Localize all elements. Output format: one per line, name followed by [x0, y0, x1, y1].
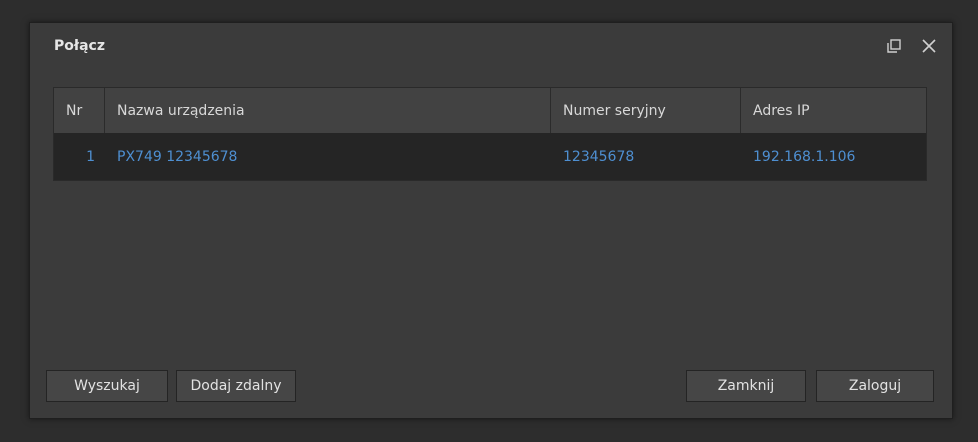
dialog-titlebar: Połącz — [30, 23, 952, 69]
restore-window-icon — [887, 39, 901, 53]
connect-dialog: Połącz Nr Nazwa urządzenia Numer seryjny… — [29, 22, 953, 419]
close-icon — [922, 39, 936, 53]
table-header: Nr Nazwa urządzenia Numer seryjny Adres … — [54, 88, 926, 133]
cell-ip-address: 192.168.1.106 — [753, 148, 856, 165]
close-button[interactable]: Zamknij — [686, 370, 806, 402]
column-header-nr[interactable]: Nr — [54, 88, 105, 133]
cell-serial-number: 12345678 — [563, 148, 635, 165]
cell-nr: 1 — [86, 148, 95, 165]
devices-table: Nr Nazwa urządzenia Numer seryjny Adres … — [53, 87, 927, 181]
close-window-button[interactable] — [920, 37, 938, 55]
add-remote-button[interactable]: Dodaj zdalny — [176, 370, 296, 402]
search-button[interactable]: Wyszukaj — [46, 370, 168, 402]
cell-device-name: PX749 12345678 — [117, 148, 238, 165]
column-header-ip-address[interactable]: Adres IP — [741, 88, 926, 133]
column-header-serial-number[interactable]: Numer seryjny — [551, 88, 741, 133]
login-button[interactable]: Zaloguj — [816, 370, 934, 402]
table-row[interactable]: 1 PX749 12345678 12345678 192.168.1.106 — [54, 133, 926, 180]
dialog-title: Połącz — [54, 38, 105, 54]
restore-window-button[interactable] — [885, 37, 903, 55]
column-header-device-name[interactable]: Nazwa urządzenia — [105, 88, 551, 133]
